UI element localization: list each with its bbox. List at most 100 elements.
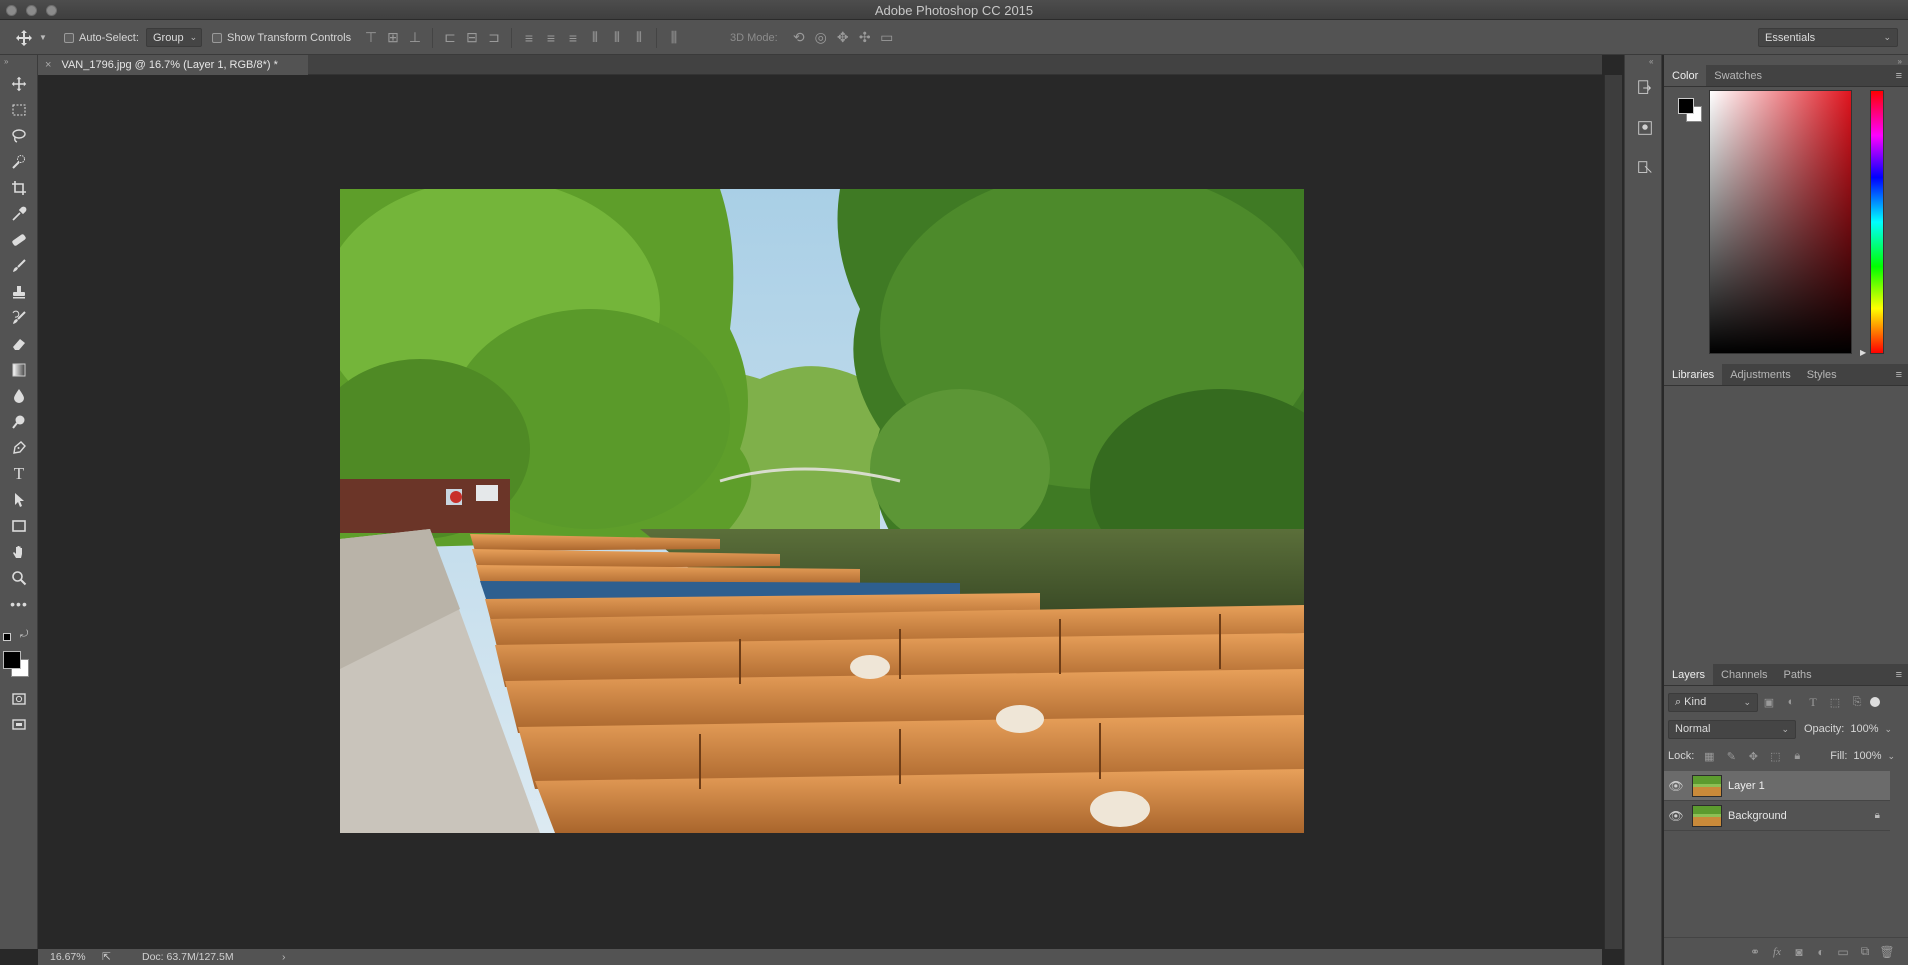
lasso-tool-icon[interactable] bbox=[5, 125, 33, 147]
3d-roll-icon[interactable]: ◎ bbox=[810, 29, 832, 46]
distribute-bottom-icon[interactable]: ≡ bbox=[562, 30, 584, 46]
eyedropper-tool-icon[interactable] bbox=[5, 203, 33, 225]
tool-preset-picker[interactable]: ▼ bbox=[14, 20, 47, 55]
healing-brush-tool-icon[interactable] bbox=[5, 229, 33, 251]
move-tool-icon[interactable] bbox=[5, 73, 33, 95]
eraser-tool-icon[interactable] bbox=[5, 333, 33, 355]
tab-paths[interactable]: Paths bbox=[1776, 669, 1820, 685]
lock-position-icon[interactable]: ✥ bbox=[1742, 750, 1764, 763]
3d-slide-icon[interactable]: ✣ bbox=[854, 29, 876, 46]
dock-collapse-icon[interactable]: « bbox=[1649, 57, 1653, 66]
character-panel-icon[interactable] bbox=[1635, 159, 1655, 179]
color-hue-slider[interactable] bbox=[1870, 90, 1884, 354]
color-saturation-field[interactable] bbox=[1709, 90, 1852, 354]
new-layer-icon[interactable]: ⧉ bbox=[1854, 944, 1876, 959]
align-vcenter-icon[interactable]: ⊞ bbox=[382, 29, 404, 46]
workspace-dropdown[interactable]: Essentials ⌄ bbox=[1758, 28, 1898, 47]
panel-menu-icon[interactable]: ≡ bbox=[1896, 669, 1902, 681]
align-right-icon[interactable]: ⊐ bbox=[483, 29, 505, 46]
swap-colors-icon[interactable]: ⤾ bbox=[20, 629, 28, 640]
filter-adjustment-icon[interactable]: ◐ bbox=[1780, 696, 1802, 708]
brush-tool-icon[interactable] bbox=[5, 255, 33, 277]
3d-orbit-icon[interactable]: ⟲ bbox=[788, 29, 810, 46]
auto-select-checkbox[interactable] bbox=[64, 32, 74, 43]
path-select-tool-icon[interactable] bbox=[5, 489, 33, 511]
filter-type-icon[interactable]: T bbox=[1802, 695, 1824, 710]
tab-color[interactable]: Color bbox=[1664, 65, 1707, 86]
align-bottom-icon[interactable]: ⊥ bbox=[404, 29, 426, 46]
quick-select-tool-icon[interactable] bbox=[5, 151, 33, 173]
link-icon[interactable]: ⚭ bbox=[1744, 945, 1766, 959]
tab-channels[interactable]: Channels bbox=[1713, 669, 1775, 685]
panel-menu-icon[interactable]: ≡ bbox=[1896, 369, 1902, 381]
hue-slider-handle[interactable]: ▶ bbox=[1860, 348, 1866, 357]
distribute-left-icon[interactable]: ⦀ bbox=[584, 29, 606, 46]
adjustment-icon[interactable]: ◐ bbox=[1810, 945, 1832, 959]
default-colors-icon[interactable] bbox=[3, 633, 11, 641]
tab-libraries[interactable]: Libraries bbox=[1664, 364, 1723, 385]
more-tools-icon[interactable]: ••• bbox=[5, 593, 33, 615]
close-icon[interactable]: × bbox=[45, 59, 51, 71]
dodge-tool-icon[interactable] bbox=[5, 411, 33, 433]
panel-collapse-icon[interactable]: » bbox=[4, 57, 8, 66]
trash-icon[interactable]: 🗑︎ bbox=[1876, 945, 1898, 959]
visibility-eye-icon[interactable]: 👁︎ bbox=[1664, 779, 1688, 793]
tab-layers[interactable]: Layers bbox=[1664, 664, 1714, 685]
stamp-tool-icon[interactable] bbox=[5, 281, 33, 303]
document-image[interactable] bbox=[340, 189, 1304, 833]
layer-filter-dropdown[interactable]: ⌕ Kind ⌄ bbox=[1668, 692, 1758, 712]
filter-toggle-icon[interactable] bbox=[1870, 697, 1880, 707]
document-tab[interactable]: × VAN_1796.jpg @ 16.7% (Layer 1, RGB/8*)… bbox=[38, 55, 308, 75]
lock-all-icon[interactable]: 🔒︎ bbox=[1786, 750, 1808, 763]
zoom-tool-icon[interactable] bbox=[5, 567, 33, 589]
quick-mask-icon[interactable] bbox=[5, 688, 33, 710]
rectangle-tool-icon[interactable] bbox=[5, 515, 33, 537]
history-panel-icon[interactable] bbox=[1635, 79, 1655, 99]
chevron-down-icon[interactable]: ⌄ bbox=[1885, 724, 1893, 735]
distribute-top-icon[interactable]: ≡ bbox=[518, 30, 540, 46]
lock-artboard-icon[interactable]: ⬚ bbox=[1764, 750, 1786, 763]
auto-align-icon[interactable]: ⫼ bbox=[663, 29, 685, 46]
tab-adjustments[interactable]: Adjustments bbox=[1722, 369, 1799, 385]
blend-mode-dropdown[interactable]: Normal ⌄ bbox=[1668, 719, 1796, 739]
marquee-tool-icon[interactable] bbox=[5, 99, 33, 121]
mask-icon[interactable]: ◙ bbox=[1788, 945, 1810, 959]
filter-shape-icon[interactable]: ⬚ bbox=[1824, 696, 1846, 709]
3d-scale-icon[interactable]: ▭ bbox=[876, 29, 898, 46]
hand-tool-icon[interactable] bbox=[5, 541, 33, 563]
3d-pan-icon[interactable]: ✥ bbox=[832, 29, 854, 46]
color-fg-swatch[interactable] bbox=[1678, 98, 1694, 114]
distribute-vcenter-icon[interactable]: ≡ bbox=[540, 30, 562, 46]
layer-name[interactable]: Background bbox=[1728, 810, 1787, 822]
tab-styles[interactable]: Styles bbox=[1799, 369, 1845, 385]
visibility-eye-icon[interactable]: 👁︎ bbox=[1664, 809, 1688, 823]
align-left-icon[interactable]: ⊏ bbox=[439, 29, 461, 46]
export-icon[interactable]: ⇱ bbox=[102, 951, 142, 963]
folder-icon[interactable]: ▭ bbox=[1832, 945, 1854, 959]
align-hcenter-icon[interactable]: ⊟ bbox=[461, 29, 483, 46]
layer-row-layer-1[interactable]: 👁︎ Layer 1 bbox=[1664, 771, 1890, 801]
auto-select-dropdown[interactable]: Group ⌄ bbox=[146, 28, 202, 47]
history-brush-tool-icon[interactable] bbox=[5, 307, 33, 329]
distribute-hcenter-icon[interactable]: ⦀ bbox=[606, 29, 628, 46]
foreground-color-swatch[interactable] bbox=[3, 651, 21, 669]
properties-panel-icon[interactable] bbox=[1635, 119, 1655, 139]
filter-pixel-icon[interactable]: ▣ bbox=[1758, 696, 1780, 709]
lock-transparent-icon[interactable]: ▦ bbox=[1698, 750, 1720, 763]
crop-tool-icon[interactable] bbox=[5, 177, 33, 199]
show-transform-checkbox[interactable] bbox=[212, 32, 222, 43]
pen-tool-icon[interactable] bbox=[5, 437, 33, 459]
tab-swatches[interactable]: Swatches bbox=[1706, 70, 1770, 86]
screen-mode-icon[interactable] bbox=[5, 714, 33, 736]
fx-icon[interactable]: fx bbox=[1766, 946, 1788, 958]
vertical-scrollbar[interactable] bbox=[1604, 75, 1622, 949]
distribute-right-icon[interactable]: ⦀ bbox=[628, 29, 650, 46]
status-menu-chevron-icon[interactable]: › bbox=[282, 951, 286, 963]
align-top-icon[interactable]: ⊤ bbox=[360, 29, 382, 46]
lock-image-icon[interactable]: ✎ bbox=[1720, 750, 1742, 763]
zoom-level[interactable]: 16.67% bbox=[50, 951, 102, 963]
filter-smart-object-icon[interactable]: ⎘ bbox=[1846, 696, 1868, 709]
layer-name[interactable]: Layer 1 bbox=[1728, 780, 1765, 792]
opacity-value[interactable]: 100% bbox=[1850, 723, 1878, 735]
type-tool-icon[interactable]: T bbox=[5, 463, 33, 485]
